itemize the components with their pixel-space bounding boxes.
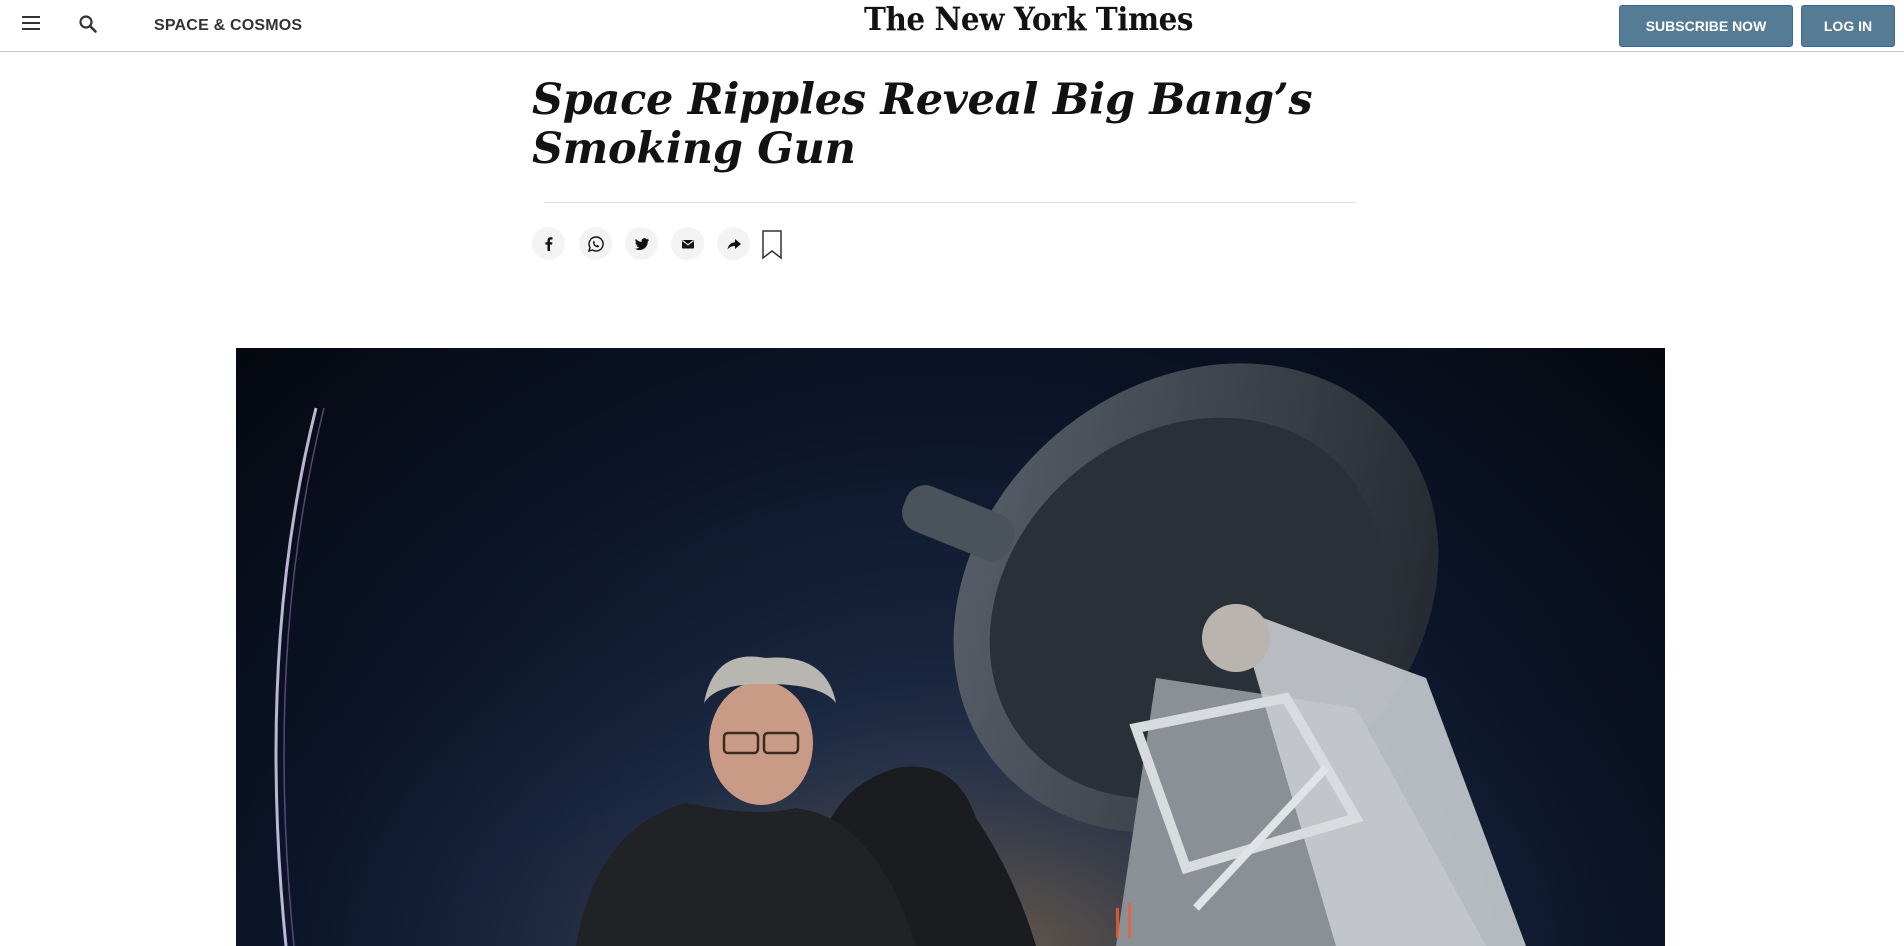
more-share-button[interactable] [717,227,750,260]
search-icon[interactable] [78,14,98,34]
login-button[interactable]: LOG IN [1801,5,1895,47]
share-icon [727,238,741,250]
section-link[interactable]: SPACE & COSMOS [154,17,302,35]
facebook-share-button[interactable] [532,227,565,260]
twitter-icon [634,237,649,250]
bookmark-icon[interactable] [761,230,783,260]
nyt-logo[interactable]: The New York Times [864,0,1194,38]
menu-icon[interactable] [22,16,40,30]
twitter-share-button[interactable] [625,227,658,260]
email-icon [681,239,694,248]
article-lead-photo [236,348,1665,946]
article-headline: Space Ripples Reveal Big Bang’s Smoking … [532,75,1313,174]
top-navigation-bar: SPACE & COSMOS The New York Times SUBSCR… [0,0,1904,52]
email-share-button[interactable] [671,227,704,260]
headline-divider [544,202,1356,203]
facebook-icon [544,236,552,251]
telescope-photo-illustration [236,348,1665,946]
whatsapp-icon [587,235,604,252]
subscribe-button[interactable]: SUBSCRIBE NOW [1619,5,1793,47]
whatsapp-share-button[interactable] [579,227,612,260]
